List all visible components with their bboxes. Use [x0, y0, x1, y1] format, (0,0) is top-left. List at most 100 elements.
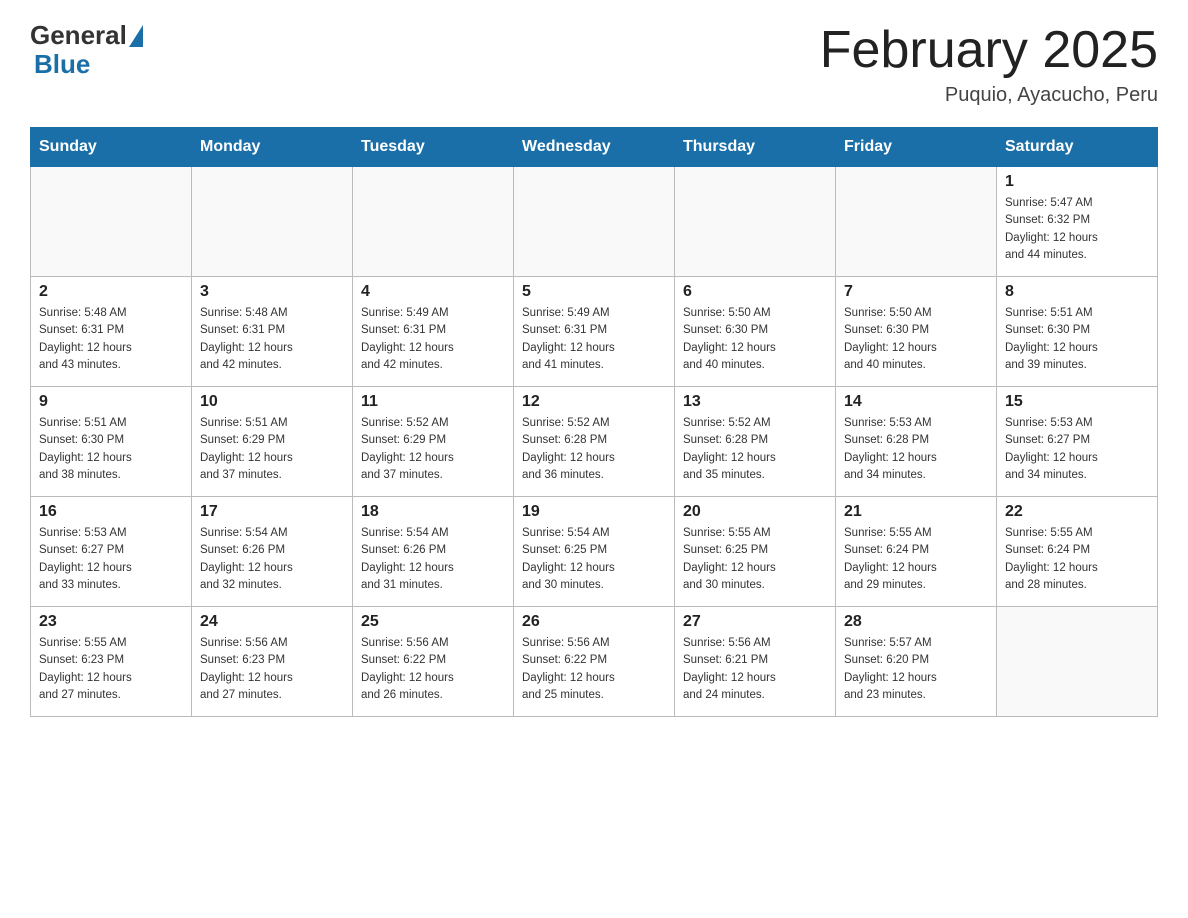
day-info: Sunrise: 5:56 AM Sunset: 6:23 PM Dayligh… — [200, 635, 344, 704]
day-info: Sunrise: 5:49 AM Sunset: 6:31 PM Dayligh… — [522, 305, 666, 374]
day-number: 16 — [39, 503, 183, 521]
day-info: Sunrise: 5:53 AM Sunset: 6:27 PM Dayligh… — [1005, 415, 1149, 484]
day-number: 19 — [522, 503, 666, 521]
day-number: 7 — [844, 283, 988, 301]
day-of-week-header: Tuesday — [353, 128, 514, 167]
calendar-cell — [514, 167, 675, 277]
day-of-week-header: Wednesday — [514, 128, 675, 167]
calendar-cell: 23 Sunrise: 5:55 AM Sunset: 6:23 PM Dayli… — [31, 607, 192, 717]
calendar-cell — [353, 167, 514, 277]
day-number: 8 — [1005, 283, 1149, 301]
day-info: Sunrise: 5:47 AM Sunset: 6:32 PM Dayligh… — [1005, 195, 1149, 264]
calendar-cell: 3 Sunrise: 5:48 AM Sunset: 6:31 PM Daylig… — [192, 277, 353, 387]
calendar-table: SundayMondayTuesdayWednesdayThursdayFrid… — [30, 127, 1158, 717]
calendar-cell: 28 Sunrise: 5:57 AM Sunset: 6:20 PM Dayli… — [836, 607, 997, 717]
day-info: Sunrise: 5:51 AM Sunset: 6:29 PM Dayligh… — [200, 415, 344, 484]
calendar-cell — [836, 167, 997, 277]
day-info: Sunrise: 5:52 AM Sunset: 6:28 PM Dayligh… — [683, 415, 827, 484]
day-number: 3 — [200, 283, 344, 301]
day-number: 4 — [361, 283, 505, 301]
calendar-cell: 26Sunrise: 5:56 AM Sunset: 6:22 PM Dayli… — [514, 607, 675, 717]
logo-blue-text: Blue — [30, 49, 90, 80]
day-number: 25 — [361, 613, 505, 631]
calendar-body: 1 Sunrise: 5:47 AM Sunset: 6:32 PM Daylig… — [31, 167, 1158, 717]
day-info: Sunrise: 5:55 AM Sunset: 6:24 PM Dayligh… — [1005, 525, 1149, 594]
week-row: 1 Sunrise: 5:47 AM Sunset: 6:32 PM Daylig… — [31, 167, 1158, 277]
calendar-cell: 15Sunrise: 5:53 AM Sunset: 6:27 PM Dayli… — [997, 387, 1158, 497]
calendar-cell: 10 Sunrise: 5:51 AM Sunset: 6:29 PM Dayli… — [192, 387, 353, 497]
calendar-cell: 13 Sunrise: 5:52 AM Sunset: 6:28 PM Dayli… — [675, 387, 836, 497]
day-info: Sunrise: 5:52 AM Sunset: 6:28 PM Dayligh… — [522, 415, 666, 484]
day-number: 21 — [844, 503, 988, 521]
day-of-week-header: Saturday — [997, 128, 1158, 167]
calendar-cell: 5 Sunrise: 5:49 AM Sunset: 6:31 PM Daylig… — [514, 277, 675, 387]
day-number: 23 — [39, 613, 183, 631]
day-info: Sunrise: 5:54 AM Sunset: 6:25 PM Dayligh… — [522, 525, 666, 594]
day-info: Sunrise: 5:54 AM Sunset: 6:26 PM Dayligh… — [200, 525, 344, 594]
logo-triangle-icon — [129, 25, 143, 47]
day-info: Sunrise: 5:56 AM Sunset: 6:22 PM Dayligh… — [522, 635, 666, 704]
location: Puquio, Ayacucho, Peru — [820, 84, 1158, 107]
day-number: 10 — [200, 393, 344, 411]
day-of-week-header: Monday — [192, 128, 353, 167]
calendar-cell: 2 Sunrise: 5:48 AM Sunset: 6:31 PM Daylig… — [31, 277, 192, 387]
day-number: 2 — [39, 283, 183, 301]
day-info: Sunrise: 5:50 AM Sunset: 6:30 PM Dayligh… — [683, 305, 827, 374]
day-info: Sunrise: 5:54 AM Sunset: 6:26 PM Dayligh… — [361, 525, 505, 594]
days-of-week-row: SundayMondayTuesdayWednesdayThursdayFrid… — [31, 128, 1158, 167]
day-number: 28 — [844, 613, 988, 631]
day-info: Sunrise: 5:48 AM Sunset: 6:31 PM Dayligh… — [39, 305, 183, 374]
logo: General Blue — [30, 20, 143, 80]
day-number: 13 — [683, 393, 827, 411]
day-number: 14 — [844, 393, 988, 411]
calendar-cell: 17 Sunrise: 5:54 AM Sunset: 6:26 PM Dayli… — [192, 497, 353, 607]
day-number: 17 — [200, 503, 344, 521]
week-row: 2 Sunrise: 5:48 AM Sunset: 6:31 PM Daylig… — [31, 277, 1158, 387]
calendar-cell: 18Sunrise: 5:54 AM Sunset: 6:26 PM Dayli… — [353, 497, 514, 607]
day-info: Sunrise: 5:57 AM Sunset: 6:20 PM Dayligh… — [844, 635, 988, 704]
day-number: 12 — [522, 393, 666, 411]
week-row: 23 Sunrise: 5:55 AM Sunset: 6:23 PM Dayli… — [31, 607, 1158, 717]
calendar-cell: 16 Sunrise: 5:53 AM Sunset: 6:27 PM Dayli… — [31, 497, 192, 607]
logo-general-text: General — [30, 20, 127, 51]
week-row: 9Sunrise: 5:51 AM Sunset: 6:30 PM Daylig… — [31, 387, 1158, 497]
calendar-cell: 11 Sunrise: 5:52 AM Sunset: 6:29 PM Dayli… — [353, 387, 514, 497]
day-number: 1 — [1005, 173, 1149, 191]
day-number: 11 — [361, 393, 505, 411]
calendar-cell: 8Sunrise: 5:51 AM Sunset: 6:30 PM Daylig… — [997, 277, 1158, 387]
week-row: 16 Sunrise: 5:53 AM Sunset: 6:27 PM Dayli… — [31, 497, 1158, 607]
calendar-cell: 21 Sunrise: 5:55 AM Sunset: 6:24 PM Dayli… — [836, 497, 997, 607]
day-info: Sunrise: 5:55 AM Sunset: 6:24 PM Dayligh… — [844, 525, 988, 594]
title-block: February 2025 Puquio, Ayacucho, Peru — [820, 20, 1158, 107]
day-of-week-header: Thursday — [675, 128, 836, 167]
month-title: February 2025 — [820, 20, 1158, 80]
day-number: 5 — [522, 283, 666, 301]
page-header: General Blue February 2025 Puquio, Ayacu… — [30, 20, 1158, 107]
calendar-cell: 19 Sunrise: 5:54 AM Sunset: 6:25 PM Dayli… — [514, 497, 675, 607]
calendar-cell: 6 Sunrise: 5:50 AM Sunset: 6:30 PM Daylig… — [675, 277, 836, 387]
day-info: Sunrise: 5:52 AM Sunset: 6:29 PM Dayligh… — [361, 415, 505, 484]
day-of-week-header: Friday — [836, 128, 997, 167]
calendar-cell: 22 Sunrise: 5:55 AM Sunset: 6:24 PM Dayli… — [997, 497, 1158, 607]
calendar-cell: 24 Sunrise: 5:56 AM Sunset: 6:23 PM Dayli… — [192, 607, 353, 717]
day-number: 24 — [200, 613, 344, 631]
day-info: Sunrise: 5:53 AM Sunset: 6:27 PM Dayligh… — [39, 525, 183, 594]
day-info: Sunrise: 5:55 AM Sunset: 6:25 PM Dayligh… — [683, 525, 827, 594]
day-info: Sunrise: 5:56 AM Sunset: 6:21 PM Dayligh… — [683, 635, 827, 704]
day-info: Sunrise: 5:56 AM Sunset: 6:22 PM Dayligh… — [361, 635, 505, 704]
day-info: Sunrise: 5:48 AM Sunset: 6:31 PM Dayligh… — [200, 305, 344, 374]
day-info: Sunrise: 5:53 AM Sunset: 6:28 PM Dayligh… — [844, 415, 988, 484]
calendar-cell — [675, 167, 836, 277]
day-of-week-header: Sunday — [31, 128, 192, 167]
calendar-cell: 12 Sunrise: 5:52 AM Sunset: 6:28 PM Dayli… — [514, 387, 675, 497]
day-number: 22 — [1005, 503, 1149, 521]
calendar-cell — [31, 167, 192, 277]
day-number: 20 — [683, 503, 827, 521]
day-number: 6 — [683, 283, 827, 301]
calendar-cell: 14 Sunrise: 5:53 AM Sunset: 6:28 PM Dayli… — [836, 387, 997, 497]
day-number: 27 — [683, 613, 827, 631]
day-info: Sunrise: 5:55 AM Sunset: 6:23 PM Dayligh… — [39, 635, 183, 704]
calendar-cell: 27 Sunrise: 5:56 AM Sunset: 6:21 PM Dayli… — [675, 607, 836, 717]
day-number: 9 — [39, 393, 183, 411]
calendar-cell: 1 Sunrise: 5:47 AM Sunset: 6:32 PM Daylig… — [997, 167, 1158, 277]
